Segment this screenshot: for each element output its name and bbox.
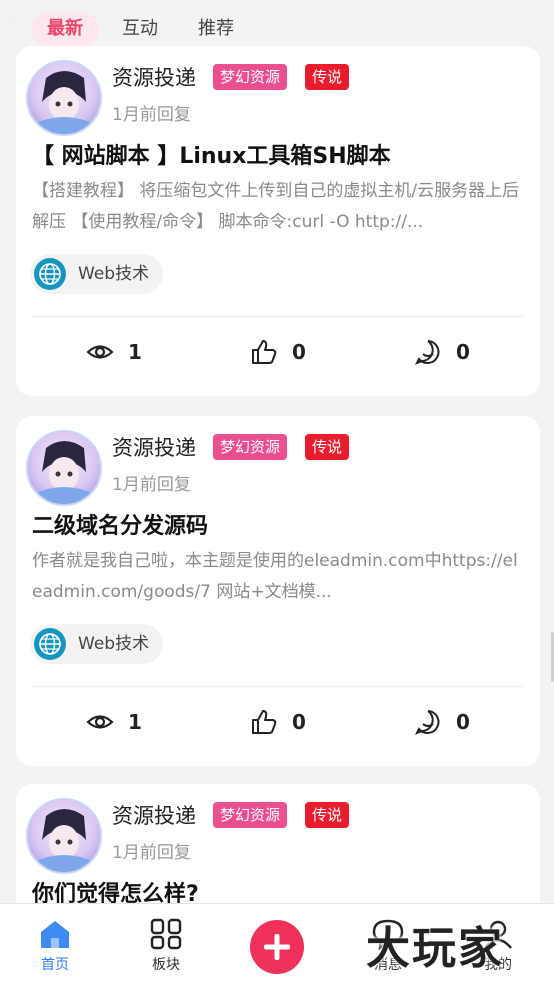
post-card[interactable]: 资源投递 梦幻资源 传说 1月前回复 二级域名分发源码 作者就是我自己啦，本主题… [16, 416, 540, 766]
comments-count: 0 [456, 710, 470, 734]
avatar[interactable] [26, 430, 102, 506]
level-badge: 传说 [305, 802, 350, 828]
topic-tag[interactable]: Web技术 [30, 624, 164, 664]
nav-boards-label: 板块 [152, 957, 180, 973]
eye-icon [86, 715, 114, 729]
post-card[interactable]: 资源投递 梦幻资源 传说 1月前回复 【 网站脚本 】Linux工具箱SH脚本 … [16, 46, 540, 396]
level-badge: 传说 [305, 64, 350, 90]
author-name[interactable]: 资源投递 [112, 62, 196, 92]
post-time: 1月前回复 [112, 475, 191, 495]
avatar-illustration [34, 809, 94, 872]
post-excerpt[interactable]: 作者就是我自己啦，本主题是使用的eleadmin.com中https://ele… [32, 546, 528, 608]
globe-icon [34, 628, 66, 660]
create-post-button[interactable] [250, 920, 304, 974]
plus-icon [264, 934, 290, 960]
post-excerpt[interactable]: 【搭建教程】 将压缩包文件上传到自己的虚拟主机/云服务器上后解压 【使用教程/命… [32, 176, 528, 238]
tab-latest[interactable]: 最新 [31, 12, 99, 46]
post-time: 1月前回复 [112, 843, 191, 863]
likes-count: 0 [292, 340, 306, 364]
status-indicator: 3 [6, 8, 17, 27]
likes-count: 0 [292, 710, 306, 734]
post-title[interactable]: 【 网站脚本 】Linux工具箱SH脚本 [32, 138, 391, 170]
nav-home[interactable]: 首页 [15, 914, 95, 984]
views-count: 1 [128, 340, 142, 364]
divider [32, 316, 524, 317]
group-badge: 梦幻资源 [213, 802, 288, 828]
topic-tag[interactable]: Web技术 [30, 254, 164, 294]
comments-count: 0 [456, 340, 470, 364]
post-title[interactable]: 二级域名分发源码 [32, 508, 208, 540]
thumbs-up-icon[interactable] [250, 338, 278, 366]
nav-home-label: 首页 [41, 957, 69, 973]
globe-icon [34, 258, 66, 290]
comment-icon[interactable] [414, 708, 442, 736]
group-badge: 梦幻资源 [213, 64, 288, 90]
eye-icon [86, 345, 114, 359]
post-time: 1月前回复 [112, 105, 191, 125]
views-count: 1 [128, 710, 142, 734]
thumbs-up-icon[interactable] [250, 708, 278, 736]
topic-tag-label: Web技术 [78, 634, 150, 654]
avatar[interactable] [26, 798, 102, 874]
comment-icon[interactable] [414, 338, 442, 366]
divider [32, 686, 524, 687]
topic-tag-label: Web技术 [78, 264, 150, 284]
author-name[interactable]: 资源投递 [112, 800, 196, 830]
watermark: 大玩家 [366, 923, 504, 974]
tab-recommended[interactable]: 推荐 [182, 12, 250, 46]
author-name[interactable]: 资源投递 [112, 432, 196, 462]
avatar[interactable] [26, 60, 102, 136]
nav-boards[interactable]: 板块 [126, 914, 206, 984]
app-screen: 3 最新 互动 推荐 资源投递 梦幻资源 传说 1月前回复 【 网站脚本 】Li… [0, 0, 554, 985]
home-icon [41, 921, 69, 948]
level-badge: 传说 [305, 434, 350, 460]
tab-interaction[interactable]: 互动 [106, 12, 174, 46]
grid-icon [150, 918, 182, 950]
avatar-illustration [34, 441, 94, 504]
group-badge: 梦幻资源 [213, 434, 288, 460]
avatar-illustration [34, 71, 94, 134]
